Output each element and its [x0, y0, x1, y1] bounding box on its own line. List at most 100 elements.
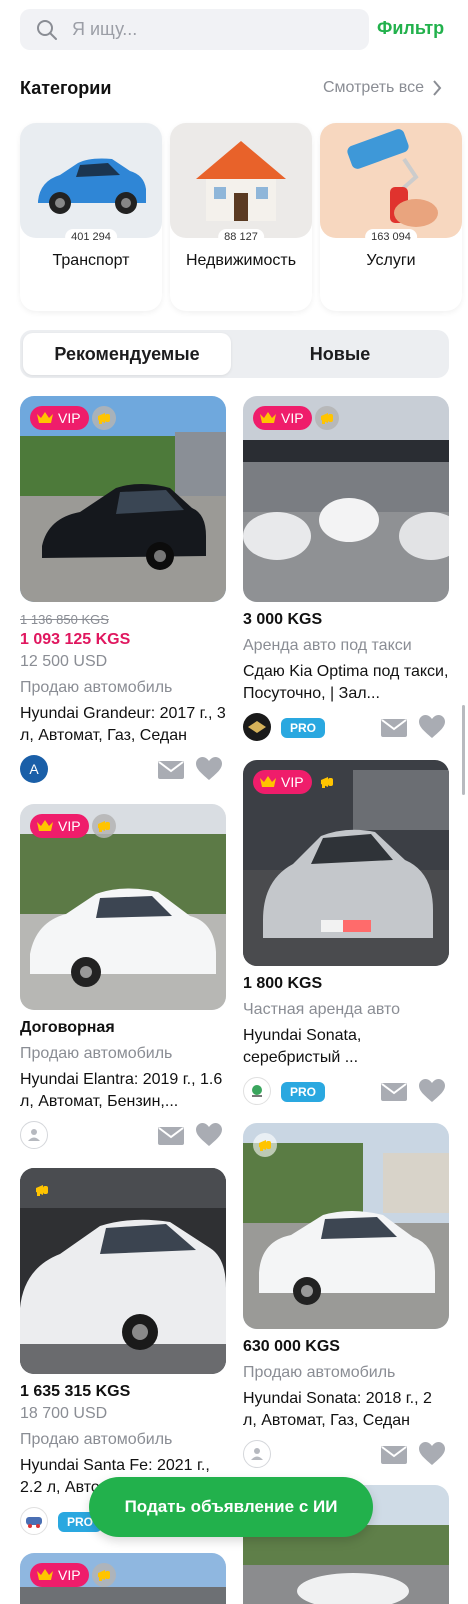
crown-icon — [259, 775, 277, 789]
listing-title[interactable]: Сдаю Kia Optima под такси, Посуточно, | … — [243, 661, 449, 705]
search-input[interactable] — [72, 19, 312, 40]
category-services[interactable]: 163 094 Услуги — [320, 123, 462, 311]
promo-icon — [92, 406, 116, 430]
listing-card[interactable]: VIP 3 000 KGS Аренда авто под такси Сдаю… — [243, 396, 449, 743]
listing-card[interactable]: 630 000 KGS Продаю автомобиль Hyundai So… — [243, 1123, 449, 1470]
category-transport-image — [20, 123, 162, 238]
listing-card[interactable]: VIP — [20, 1553, 226, 1604]
listing-category: Частная аренда авто — [243, 1001, 401, 1018]
pro-badge: PRO — [281, 1082, 326, 1102]
listing-photo[interactable]: VIP — [20, 396, 226, 602]
promo-icon — [92, 1563, 116, 1587]
listing-photo[interactable]: VIP — [20, 804, 226, 1010]
see-all-link[interactable]: Смотреть все — [323, 79, 442, 97]
listing-card[interactable]: VIP 1 136 850 KGS 1 093 125 KGS 12 500 U… — [20, 396, 226, 785]
tab-recommended[interactable]: Рекомендуемые — [23, 333, 231, 375]
category-count: 88 127 — [218, 229, 264, 245]
mail-icon[interactable] — [381, 1446, 407, 1464]
tab-new[interactable]: Новые — [234, 333, 446, 375]
promo-icon — [253, 1133, 277, 1157]
listing-usd-price: 12 500 USD — [20, 653, 108, 670]
mail-icon[interactable] — [381, 719, 407, 737]
listing-card[interactable]: VIP Договорная Продаю автомобиль Hyundai… — [20, 804, 226, 1151]
listing-title[interactable]: Hyundai Sonata: 2018 г., 2 л, Автомат, Г… — [243, 1388, 449, 1432]
listing-price: 630 000 KGS — [243, 1338, 340, 1355]
listing-photo[interactable]: VIP — [20, 1553, 226, 1604]
promo-icon — [315, 770, 339, 794]
listing-usd-price: 18 700 USD — [20, 1405, 108, 1422]
crown-icon — [259, 411, 277, 425]
post-ad-button[interactable]: Подать объявление с ИИ — [89, 1477, 373, 1537]
category-transport[interactable]: 401 294 Транспорт — [20, 123, 162, 311]
listing-actions: A — [20, 753, 226, 785]
category-realty[interactable]: 88 127 Недвижимость — [170, 123, 312, 311]
listing-actions: PRO — [243, 711, 449, 743]
listing-category: Продаю автомобиль — [20, 1431, 173, 1448]
crown-icon — [36, 819, 54, 833]
seller-avatar[interactable] — [243, 1440, 271, 1468]
scrollbar-thumb[interactable] — [462, 705, 465, 795]
listing-price: 1 093 125 KGS — [20, 631, 131, 648]
seller-logo-icon — [26, 1517, 42, 1528]
listing-title[interactable]: Hyundai Grandeur: 2017 г., 3 л, Автомат,… — [20, 703, 226, 747]
crown-icon — [36, 411, 54, 425]
categories-title: Категории — [20, 78, 112, 98]
listing-title[interactable]: Hyundai Elantra: 2019 г., 1.6 л, Автомат… — [20, 1069, 226, 1113]
search-bar[interactable] — [20, 9, 369, 50]
heart-icon[interactable] — [196, 757, 222, 781]
category-label: Недвижимость — [185, 252, 297, 269]
vip-badge: VIP — [253, 770, 312, 794]
seller-logo-icon — [252, 1085, 262, 1097]
seller-avatar[interactable] — [20, 1121, 48, 1149]
listing-actions: PRO — [243, 1075, 449, 1107]
seller-avatar[interactable]: A — [20, 755, 48, 783]
heart-icon[interactable] — [419, 1079, 445, 1103]
category-realty-image — [170, 123, 312, 238]
listing-category: Продаю автомобиль — [20, 679, 173, 696]
heart-icon[interactable] — [419, 715, 445, 739]
vip-badge: VIP — [253, 406, 312, 430]
category-count: 401 294 — [65, 229, 117, 245]
listing-category: Аренда авто под такси — [243, 637, 412, 654]
listing-category: Продаю автомобиль — [243, 1364, 396, 1381]
listing-actions — [243, 1438, 449, 1470]
heart-icon[interactable] — [196, 1123, 222, 1147]
mail-icon[interactable] — [381, 1083, 407, 1101]
chevron-right-icon — [433, 80, 442, 96]
listing-price: 1 800 KGS — [243, 975, 323, 992]
crown-icon — [36, 1568, 54, 1582]
listing-photo[interactable] — [20, 1168, 226, 1374]
listing-price: 1 635 315 KGS — [20, 1383, 131, 1400]
seller-logo-icon — [248, 721, 266, 733]
seller-avatar[interactable] — [243, 713, 271, 741]
search-icon — [37, 19, 57, 40]
filter-button[interactable]: Фильтр — [377, 18, 444, 39]
seller-avatar[interactable] — [243, 1077, 271, 1105]
user-icon — [251, 1448, 263, 1460]
listing-photo[interactable] — [243, 1123, 449, 1329]
listing-tabs: Рекомендуемые Новые — [20, 330, 449, 378]
listing-title[interactable]: Hyundai Sonata, серебристый ... — [243, 1025, 449, 1069]
see-all-label: Смотреть все — [323, 79, 425, 96]
promo-icon — [92, 814, 116, 838]
listing-category: Продаю автомобиль — [20, 1045, 173, 1062]
heart-icon[interactable] — [419, 1442, 445, 1466]
mail-icon[interactable] — [158, 1127, 184, 1145]
category-label: Транспорт — [52, 252, 130, 269]
category-label: Услуги — [366, 252, 416, 269]
promo-icon — [30, 1178, 54, 1202]
vip-badge: VIP — [30, 406, 89, 430]
pro-badge: PRO — [281, 718, 326, 738]
user-icon — [28, 1129, 40, 1141]
vip-badge: VIP — [30, 1563, 89, 1587]
seller-avatar[interactable] — [20, 1507, 48, 1535]
listing-actions — [20, 1119, 226, 1151]
category-count: 163 094 — [365, 229, 417, 245]
mail-icon[interactable] — [158, 761, 184, 779]
category-services-image — [320, 123, 462, 238]
listing-photo[interactable]: VIP — [243, 760, 449, 966]
listing-card[interactable]: VIP 1 800 KGS Частная аренда авто Hyunda… — [243, 760, 449, 1107]
vip-badge: VIP — [30, 814, 89, 838]
listing-photo[interactable]: VIP — [243, 396, 449, 602]
listing-price: 3 000 KGS — [243, 611, 323, 628]
